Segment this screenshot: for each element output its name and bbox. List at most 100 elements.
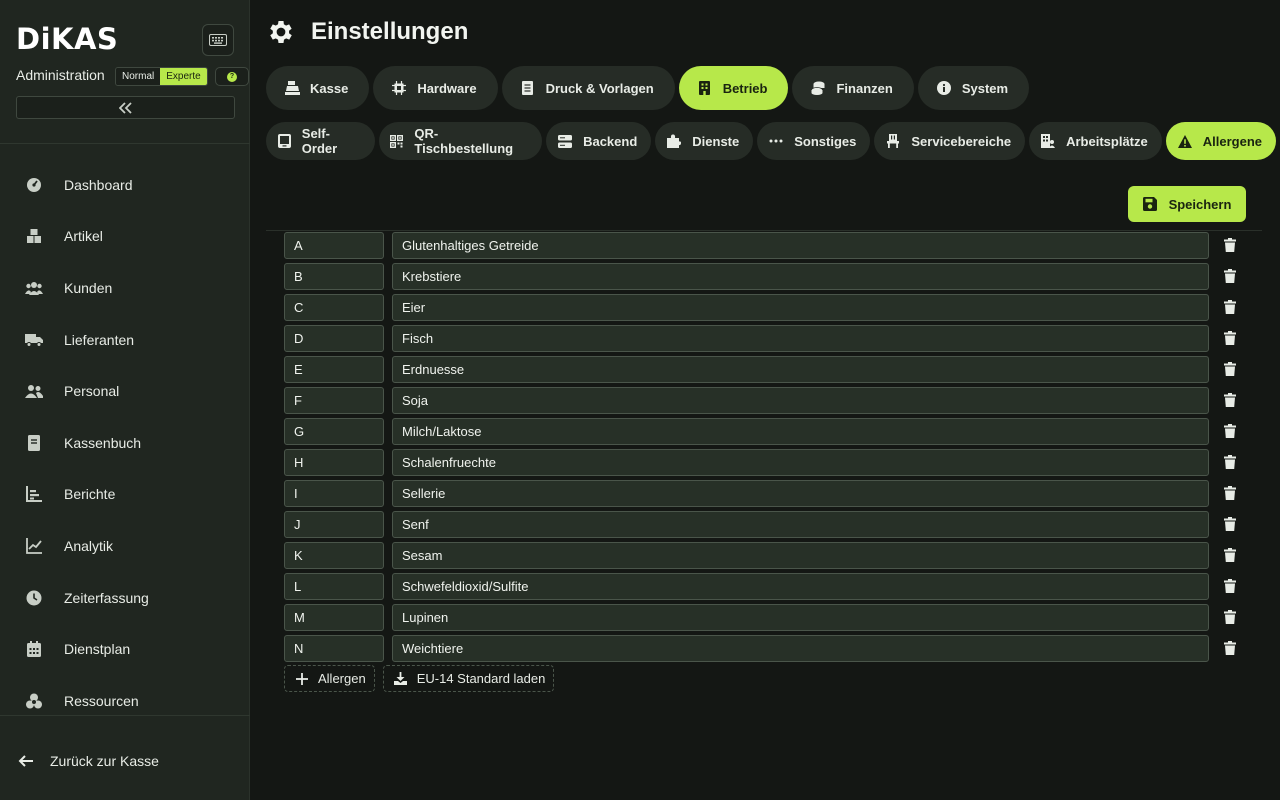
allergen-name-input[interactable]: Soja bbox=[392, 387, 1209, 414]
allergen-code-input[interactable]: B bbox=[284, 263, 384, 290]
delete-allergen-button[interactable] bbox=[1222, 609, 1238, 625]
boxes-icon bbox=[24, 226, 44, 246]
allergen-code-input[interactable]: A bbox=[284, 232, 384, 259]
allergen-name-input[interactable]: Milch/Laktose bbox=[392, 418, 1209, 445]
delete-allergen-button[interactable] bbox=[1222, 547, 1238, 563]
sidebar-item-label: Kunden bbox=[64, 279, 113, 296]
keyboard-icon bbox=[209, 34, 227, 46]
allergen-code-input[interactable]: K bbox=[284, 542, 384, 569]
sidebar-item-label: Berichte bbox=[64, 486, 116, 503]
allergen-name-input[interactable]: Schwefeldioxid/Sulfite bbox=[392, 573, 1209, 600]
sidebar-item-artikel[interactable]: Artikel bbox=[0, 211, 250, 263]
allergen-name-input[interactable]: Schalenfruechte bbox=[392, 449, 1209, 476]
delete-allergen-button[interactable] bbox=[1222, 237, 1238, 253]
sidebar-item-ressourcen[interactable]: Ressourcen bbox=[0, 675, 250, 727]
delete-allergen-button[interactable] bbox=[1222, 516, 1238, 532]
delete-allergen-button[interactable] bbox=[1222, 640, 1238, 656]
tab-allergene[interactable]: Allergene bbox=[1165, 122, 1276, 160]
allergen-row: F Soja bbox=[284, 386, 1244, 417]
allergen-name-input[interactable]: Sesam bbox=[392, 542, 1209, 569]
cash-register-icon bbox=[284, 80, 300, 96]
allergen-name-input[interactable]: Eier bbox=[392, 294, 1209, 321]
sidebar-item-zeiterfassung[interactable]: Zeiterfassung bbox=[0, 572, 250, 624]
delete-allergen-button[interactable] bbox=[1222, 392, 1238, 408]
allergen-code-input[interactable]: C bbox=[284, 294, 384, 321]
allergen-code-input[interactable]: G bbox=[284, 418, 384, 445]
allergen-code-input[interactable]: L bbox=[284, 573, 384, 600]
tab-servicebereiche[interactable]: Servicebereiche bbox=[874, 122, 1026, 160]
allergen-name-input[interactable]: Senf bbox=[392, 511, 1209, 538]
sidebar-item-analytik[interactable]: Analytik bbox=[0, 520, 250, 572]
mode-normal[interactable]: Normal bbox=[116, 68, 161, 85]
allergen-code-input[interactable]: H bbox=[284, 449, 384, 476]
tab-label: Hardware bbox=[417, 80, 477, 96]
dashboard-icon bbox=[24, 175, 44, 195]
back-label: Zurück zur Kasse bbox=[50, 753, 159, 769]
tab-self-order[interactable]: Self-Order bbox=[266, 122, 375, 160]
load-eu14-standard-button[interactable]: EU-14 Standard laden bbox=[382, 665, 555, 692]
truck-icon bbox=[24, 330, 44, 350]
tab-hardware[interactable]: Hardware bbox=[373, 66, 498, 110]
tab-finanzen[interactable]: Finanzen bbox=[792, 66, 914, 110]
delete-allergen-button[interactable] bbox=[1222, 578, 1238, 594]
sidebar-item-kassenbuch[interactable]: Kassenbuch bbox=[0, 417, 250, 469]
tab-sonstiges[interactable]: Sonstiges bbox=[757, 122, 871, 160]
delete-allergen-button[interactable] bbox=[1222, 423, 1238, 439]
allergen-name-input[interactable]: Glutenhaltiges Getreide bbox=[392, 232, 1209, 259]
allergen-name-input[interactable]: Lupinen bbox=[392, 604, 1209, 631]
allergen-name-input[interactable]: Fisch bbox=[392, 325, 1209, 352]
tab-arbeitsplaetze[interactable]: Arbeitsplätze bbox=[1029, 122, 1162, 160]
sidebar-item-lieferanten[interactable]: Lieferanten bbox=[0, 314, 250, 366]
trash-icon bbox=[1224, 269, 1236, 283]
arrow-left-icon bbox=[16, 751, 36, 771]
allergen-name-input[interactable]: Krebstiere bbox=[392, 263, 1209, 290]
allergen-name-input[interactable]: Sellerie bbox=[392, 480, 1209, 507]
back-to-pos-link[interactable]: Zurück zur Kasse bbox=[16, 751, 159, 771]
allergen-code-input[interactable]: M bbox=[284, 604, 384, 631]
allergen-name-input[interactable]: Erdnuesse bbox=[392, 356, 1209, 383]
sidebar-item-personal[interactable]: Personal bbox=[0, 365, 250, 417]
tab-kasse[interactable]: Kasse bbox=[266, 66, 370, 110]
trash-icon bbox=[1224, 548, 1236, 562]
delete-allergen-button[interactable] bbox=[1222, 299, 1238, 315]
mode-toggle[interactable]: Normal Experte bbox=[115, 67, 208, 86]
tab-qr-tischbestellung[interactable]: QR-Tischbestellung bbox=[378, 122, 543, 160]
delete-allergen-button[interactable] bbox=[1222, 361, 1238, 377]
collapse-sidebar-button[interactable] bbox=[16, 96, 235, 119]
sidebar-item-dienstplan[interactable]: Dienstplan bbox=[0, 623, 250, 675]
keyboard-button[interactable] bbox=[202, 24, 234, 56]
chip-icon bbox=[391, 80, 407, 96]
delete-allergen-button[interactable] bbox=[1222, 454, 1238, 470]
warning-icon bbox=[1177, 133, 1193, 149]
allergen-code-input[interactable]: N bbox=[284, 635, 384, 662]
delete-allergen-button[interactable] bbox=[1222, 485, 1238, 501]
sidebar-item-berichte[interactable]: Berichte bbox=[0, 469, 250, 521]
page-title-text: Einstellungen bbox=[311, 18, 469, 45]
tab-label: Sonstiges bbox=[794, 133, 857, 149]
users-icon bbox=[24, 278, 44, 298]
delete-allergen-button[interactable] bbox=[1222, 330, 1238, 346]
allergen-code-input[interactable]: I bbox=[284, 480, 384, 507]
tab-system[interactable]: System bbox=[917, 66, 1030, 110]
tab-dienste[interactable]: Dienste bbox=[655, 122, 754, 160]
allergen-code-input[interactable]: D bbox=[284, 325, 384, 352]
plus-icon bbox=[295, 672, 309, 686]
sidebar-item-dashboard[interactable]: Dashboard bbox=[0, 159, 250, 211]
allergen-name-input[interactable]: Weichtiere bbox=[392, 635, 1209, 662]
allergen-code-input[interactable]: F bbox=[284, 387, 384, 414]
allergen-code-input[interactable]: E bbox=[284, 356, 384, 383]
allergen-code-input[interactable]: J bbox=[284, 511, 384, 538]
delete-allergen-button[interactable] bbox=[1222, 268, 1238, 284]
sidebar-item-kunden[interactable]: Kunden bbox=[0, 262, 250, 314]
allergen-row: I Sellerie bbox=[284, 479, 1244, 510]
tab-backend[interactable]: Backend bbox=[546, 122, 652, 160]
tab-betrieb[interactable]: Betrieb bbox=[678, 66, 789, 110]
help-button[interactable]: ? bbox=[215, 67, 249, 86]
add-allergen-button[interactable]: Allergen bbox=[284, 665, 375, 692]
save-button[interactable]: Speichern bbox=[1128, 186, 1246, 222]
tab-druck-vorlagen[interactable]: Druck & Vorlagen bbox=[501, 66, 675, 110]
allergen-row: K Sesam bbox=[284, 541, 1244, 572]
mode-experte[interactable]: Experte bbox=[160, 68, 207, 85]
sidebar-item-label: Analytik bbox=[64, 537, 114, 554]
qrcode-icon bbox=[390, 133, 405, 149]
